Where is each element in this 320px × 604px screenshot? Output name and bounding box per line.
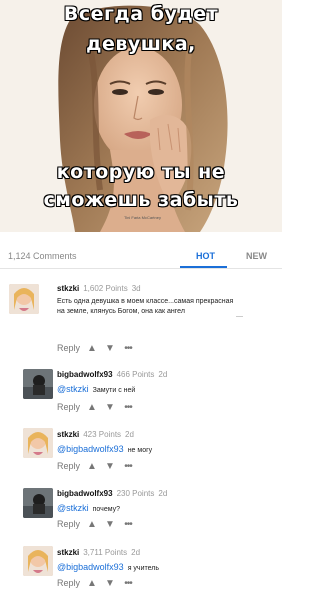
downvote-icon[interactable]: ▼ (101, 402, 119, 413)
comment-text: @bigbadwolfx93 я учитель (57, 562, 159, 574)
comment-meta: stkzki 3,711 Points 2d (57, 548, 140, 557)
comment-points: 230 Points (116, 489, 155, 498)
comment-points: 1,602 Points (83, 284, 128, 293)
comment-points: 466 Points (116, 370, 155, 379)
meme-caption-bottom-line1: которую ты не (56, 161, 226, 183)
comment-text: @bigbadwolfx93 не могу (57, 444, 152, 456)
comment-age: 2d (158, 370, 168, 379)
meme-caption-top-line1: Всегда будет (63, 3, 219, 25)
upvote-icon[interactable]: ▲ (83, 402, 101, 413)
comment-actions: Reply ▲ ▼ ••• (57, 519, 137, 530)
comment-meta: stkzki 1,602 Points 3d (57, 284, 141, 293)
tab-new[interactable]: NEW (246, 251, 267, 261)
comment-meta: bigbadwolfx93 466 Points 2d (57, 370, 167, 379)
comment-reply: bigbadwolfx93 230 Points 2d @stkzki почему?… (0, 483, 282, 539)
comment-text-line: не могу (127, 447, 153, 454)
more-options-icon[interactable]: ••• (119, 519, 137, 530)
more-options-icon[interactable]: ••• (119, 461, 137, 472)
comment-reply: bigbadwolfx93 466 Points 2d @stkzki Замути … (0, 364, 282, 420)
comment-text-line: Замути с ней (92, 387, 136, 394)
comment-age: 2d (125, 430, 134, 439)
comment-actions: Reply ▲ ▼ ••• (57, 578, 137, 589)
comment-actions: Reply ▲ ▼ ••• (57, 402, 137, 413)
reply-button[interactable]: Reply (57, 519, 83, 529)
more-options-icon[interactable]: ••• (119, 343, 137, 354)
avatar[interactable] (23, 488, 53, 518)
comment-text-line: я учитель (127, 565, 159, 572)
downvote-icon[interactable]: ▼ (101, 519, 119, 530)
comment-username[interactable]: bigbadwolfx93 (57, 370, 113, 379)
divider (236, 316, 243, 317)
comment-mention[interactable]: @stkzki (57, 384, 89, 394)
comment-text-line: почему? (92, 506, 120, 513)
more-options-icon[interactable]: ••• (119, 402, 137, 413)
comment-count: 1,124 Comments (8, 251, 77, 261)
comment-reply: stkzki 3,711 Points 2d @bigbadwolfx93 я учи… (0, 542, 282, 602)
reply-button[interactable]: Reply (57, 461, 83, 471)
reply-button[interactable]: Reply (57, 578, 83, 588)
comment-reply: stkzki 423 Points 2d @bigbadwolfx93 не могу… (0, 424, 282, 480)
comment-text: @stkzki Замути с ней (57, 384, 135, 396)
comment-age: 2d (131, 548, 141, 557)
photo-watermark: Tini Faria McCartney (124, 215, 161, 220)
comment-username[interactable]: stkzki (57, 548, 79, 557)
avatar[interactable] (23, 428, 53, 458)
comment-text: @stkzki почему? (57, 503, 120, 515)
comment-mention[interactable]: @bigbadwolfx93 (57, 562, 124, 572)
tab-hot[interactable]: HOT (196, 251, 215, 261)
comment-actions: Reply ▲ ▼ ••• (57, 343, 137, 354)
comment-mention[interactable]: @stkzki (57, 503, 89, 513)
comment-age: 2d (158, 489, 168, 498)
reply-button[interactable]: Reply (57, 402, 83, 412)
downvote-icon[interactable]: ▼ (101, 578, 119, 589)
avatar[interactable] (23, 546, 53, 576)
meme-caption-top-line2: девушка, (86, 33, 196, 55)
comment-username[interactable]: stkzki (57, 430, 79, 439)
comment-age: 3d (131, 284, 141, 293)
avatar[interactable] (9, 284, 39, 314)
comment-meta: stkzki 423 Points 2d (57, 430, 134, 439)
comment-text-line: Есть одна девушка в моем классе...самая … (57, 298, 234, 305)
comment-username[interactable]: bigbadwolfx93 (57, 489, 113, 498)
comment-actions: Reply ▲ ▼ ••• (57, 461, 137, 472)
downvote-icon[interactable]: ▼ (101, 343, 119, 354)
comment-mention[interactable]: @bigbadwolfx93 (57, 444, 124, 454)
comment-points: 3,711 Points (83, 548, 128, 557)
downvote-icon[interactable]: ▼ (101, 461, 119, 472)
upvote-icon[interactable]: ▲ (83, 461, 101, 472)
upvote-icon[interactable]: ▲ (83, 578, 101, 589)
comments-header: 1,124 Comments HOT NEW (0, 242, 282, 269)
more-options-icon[interactable]: ••• (119, 578, 137, 589)
comment-points: 423 Points (83, 430, 122, 439)
meme-image: Всегда будет девушка, которую ты не смож… (0, 0, 282, 232)
meme-caption-bottom-line2: сможешь забыть (43, 189, 239, 211)
reply-button[interactable]: Reply (57, 343, 83, 353)
upvote-icon[interactable]: ▲ (83, 519, 101, 530)
upvote-icon[interactable]: ▲ (83, 343, 101, 354)
comment: stkzki 1,602 Points 3d Есть одна девушка в… (0, 278, 282, 358)
active-tab-underline (180, 266, 227, 268)
comment-text: Есть одна девушка в моем классе...самая … (57, 297, 272, 317)
avatar[interactable] (23, 369, 53, 399)
comment-meta: bigbadwolfx93 230 Points 2d (57, 489, 167, 498)
comment-username[interactable]: stkzki (57, 284, 79, 293)
